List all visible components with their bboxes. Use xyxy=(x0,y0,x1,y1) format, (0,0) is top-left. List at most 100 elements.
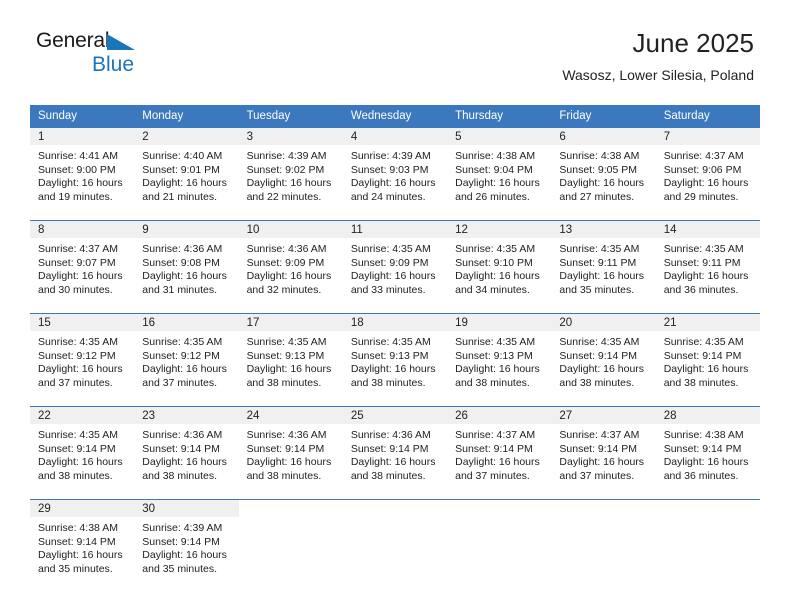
calendar-day-cell[interactable]: 3 Sunrise: 4:39 AM Sunset: 9:02 PM Daylight… xyxy=(238,127,343,217)
calendar-day-cell[interactable]: 22 Sunrise: 4:35 AM Sunset: 9:14 PM Dayligh… xyxy=(30,406,135,496)
day-details xyxy=(551,517,655,522)
day-details: Sunrise: 4:35 AM Sunset: 9:12 PM Daylight:… xyxy=(134,331,238,390)
day-number xyxy=(239,500,343,517)
sunrise-text: Sunrise: 4:36 AM xyxy=(246,429,327,441)
calendar-day-cell[interactable]: 1 Sunrise: 4:41 AM Sunset: 9:00 PM Daylight… xyxy=(30,127,135,217)
day-details: Sunrise: 4:35 AM Sunset: 9:14 PM Daylight:… xyxy=(30,424,134,483)
day-details: Sunrise: 4:35 AM Sunset: 9:11 PM Daylight:… xyxy=(551,238,655,297)
logo-text-blue: Blue xyxy=(92,53,135,76)
sunrise-text: Sunrise: 4:36 AM xyxy=(142,429,223,441)
calendar-day-cell[interactable]: 29 Sunrise: 4:38 AM Sunset: 9:14 PM Dayligh… xyxy=(30,499,135,589)
sunset-text: Sunset: 9:08 PM xyxy=(142,256,220,269)
sunrise-text: Sunrise: 4:35 AM xyxy=(246,336,327,348)
daylight-text: Daylight: 16 hours xyxy=(38,270,123,283)
sunset-text: Sunset: 9:14 PM xyxy=(559,349,638,362)
day-number: 25 xyxy=(342,407,448,424)
sunrise-text: Sunrise: 4:35 AM xyxy=(38,429,118,441)
daylight-text: Daylight: 16 hours xyxy=(38,549,123,562)
daylight-text: and 38 minutes. xyxy=(38,469,113,482)
sunrise-text: Sunrise: 4:40 AM xyxy=(142,150,223,162)
calendar-day-cell[interactable]: 16 Sunrise: 4:35 AM Sunset: 9:12 PM Dayligh… xyxy=(134,313,239,403)
sunset-text: Sunset: 9:14 PM xyxy=(350,442,429,455)
calendar-day-cell[interactable]: 23 Sunrise: 4:36 AM Sunset: 9:14 PM Dayligh… xyxy=(134,406,239,496)
sunset-text: Sunset: 9:14 PM xyxy=(663,442,742,455)
calendar-day-cell[interactable]: 2 Sunrise: 4:40 AM Sunset: 9:01 PM Daylight… xyxy=(134,127,239,217)
calendar-day-cell[interactable]: 24 Sunrise: 4:36 AM Sunset: 9:14 PM Dayligh… xyxy=(238,406,343,496)
day-details: Sunrise: 4:36 AM Sunset: 9:14 PM Daylight:… xyxy=(239,424,343,483)
sunrise-text: Sunrise: 4:38 AM xyxy=(663,429,744,441)
calendar-day-cell[interactable]: 11 Sunrise: 4:35 AM Sunset: 9:09 PM Dayligh… xyxy=(342,220,448,310)
daylight-text: Daylight: 16 hours xyxy=(559,177,645,190)
calendar-day-cell[interactable]: 13 Sunrise: 4:35 AM Sunset: 9:11 PM Dayligh… xyxy=(551,220,656,310)
sunset-text: Sunset: 9:06 PM xyxy=(663,163,742,176)
daylight-text: Daylight: 16 hours xyxy=(350,456,436,469)
sunset-text: Sunset: 9:09 PM xyxy=(246,256,325,269)
day-details: Sunrise: 4:35 AM Sunset: 9:13 PM Daylight:… xyxy=(239,331,343,390)
calendar-day-cell[interactable]: 14 Sunrise: 4:35 AM Sunset: 9:11 PM Dayligh… xyxy=(655,220,760,310)
calendar-day-cell[interactable]: 18 Sunrise: 4:35 AM Sunset: 9:13 PM Dayligh… xyxy=(342,313,448,403)
sunrise-text: Sunrise: 4:39 AM xyxy=(350,150,431,162)
sunset-text: Sunset: 9:09 PM xyxy=(350,256,429,269)
calendar-day-cell[interactable]: 28 Sunrise: 4:38 AM Sunset: 9:14 PM Dayligh… xyxy=(655,406,760,496)
day-details: Sunrise: 4:35 AM Sunset: 9:14 PM Daylight:… xyxy=(656,331,760,390)
calendar-day-cell[interactable]: 17 Sunrise: 4:35 AM Sunset: 9:13 PM Dayligh… xyxy=(238,313,343,403)
day-number: 9 xyxy=(134,221,239,238)
page-subtitle: Wasosz, Lower Silesia, Poland xyxy=(562,67,754,83)
daylight-text: Daylight: 16 hours xyxy=(38,177,123,190)
day-number: 28 xyxy=(655,407,760,424)
day-number: 10 xyxy=(238,221,343,238)
calendar-week-row: 15 Sunrise: 4:35 AM Sunset: 9:12 PM Dayligh… xyxy=(30,313,760,403)
sunrise-text: Sunrise: 4:36 AM xyxy=(246,243,327,255)
calendar-day-cell[interactable]: 8 Sunrise: 4:37 AM Sunset: 9:07 PM Daylight… xyxy=(30,220,135,310)
day-number: 24 xyxy=(238,407,343,424)
daylight-text: and 38 minutes. xyxy=(350,469,426,482)
day-number xyxy=(551,500,655,517)
day-number xyxy=(656,500,760,517)
day-number xyxy=(343,500,447,517)
sunrise-text: Sunrise: 4:35 AM xyxy=(350,243,431,255)
daylight-text: and 26 minutes. xyxy=(455,190,530,203)
day-number: 8 xyxy=(30,221,135,238)
calendar-day-cell[interactable]: 25 Sunrise: 4:36 AM Sunset: 9:14 PM Dayligh… xyxy=(342,406,448,496)
sunset-text: Sunset: 9:14 PM xyxy=(663,349,742,362)
day-details: Sunrise: 4:38 AM Sunset: 9:14 PM Daylight:… xyxy=(656,424,760,483)
weekday-header-sunday: Sunday xyxy=(30,105,135,128)
calendar-day-cell[interactable]: 9 Sunrise: 4:36 AM Sunset: 9:08 PM Daylight… xyxy=(134,220,239,310)
sunset-text: Sunset: 9:12 PM xyxy=(38,349,116,362)
calendar-day-cell[interactable]: 19 Sunrise: 4:35 AM Sunset: 9:13 PM Dayligh… xyxy=(447,313,552,403)
daylight-text: Daylight: 16 hours xyxy=(142,270,227,283)
calendar-day-cell[interactable]: 6 Sunrise: 4:38 AM Sunset: 9:05 PM Daylight… xyxy=(551,127,656,217)
day-number: 22 xyxy=(30,407,135,424)
calendar-day-cell[interactable]: 30 Sunrise: 4:39 AM Sunset: 9:14 PM Dayligh… xyxy=(134,499,239,589)
calendar-day-cell[interactable]: 4 Sunrise: 4:39 AM Sunset: 9:03 PM Daylight… xyxy=(342,127,448,217)
day-number: 30 xyxy=(134,500,239,517)
calendar-day-cell[interactable]: 20 Sunrise: 4:35 AM Sunset: 9:14 PM Dayligh… xyxy=(551,313,656,403)
day-details: Sunrise: 4:36 AM Sunset: 9:09 PM Daylight:… xyxy=(239,238,343,297)
calendar-day-cell[interactable]: 7 Sunrise: 4:37 AM Sunset: 9:06 PM Daylight… xyxy=(655,127,760,217)
day-number: 26 xyxy=(447,407,552,424)
calendar-day-cell[interactable]: 15 Sunrise: 4:35 AM Sunset: 9:12 PM Dayligh… xyxy=(30,313,135,403)
sunset-text: Sunset: 9:00 PM xyxy=(38,163,116,176)
sunrise-text: Sunrise: 4:35 AM xyxy=(559,336,640,348)
calendar-page: General Blue June 2025 Wasosz, Lower Sil… xyxy=(0,0,792,612)
sunset-text: Sunset: 9:14 PM xyxy=(142,535,220,548)
calendar-day-cell[interactable]: 26 Sunrise: 4:37 AM Sunset: 9:14 PM Dayligh… xyxy=(447,406,552,496)
calendar-week-row: 22 Sunrise: 4:35 AM Sunset: 9:14 PM Dayligh… xyxy=(30,406,760,496)
calendar-day-cell[interactable]: 10 Sunrise: 4:36 AM Sunset: 9:09 PM Dayligh… xyxy=(238,220,343,310)
sunrise-text: Sunrise: 4:35 AM xyxy=(350,336,431,348)
daylight-text: Daylight: 16 hours xyxy=(455,270,540,283)
calendar-day-cell[interactable]: 5 Sunrise: 4:38 AM Sunset: 9:04 PM Daylight… xyxy=(447,127,552,217)
sunrise-text: Sunrise: 4:36 AM xyxy=(350,429,431,441)
calendar-day-cell[interactable]: 21 Sunrise: 4:35 AM Sunset: 9:14 PM Dayligh… xyxy=(655,313,760,403)
sunset-text: Sunset: 9:11 PM xyxy=(663,256,741,269)
calendar-day-cell[interactable]: 27 Sunrise: 4:37 AM Sunset: 9:14 PM Dayligh… xyxy=(551,406,656,496)
daylight-text: Daylight: 16 hours xyxy=(246,177,332,190)
sunrise-text: Sunrise: 4:39 AM xyxy=(142,522,223,534)
daylight-text: Daylight: 16 hours xyxy=(246,270,332,283)
day-details: Sunrise: 4:35 AM Sunset: 9:13 PM Daylight:… xyxy=(343,331,447,390)
daylight-text: and 38 minutes. xyxy=(663,376,739,389)
day-details xyxy=(447,517,551,522)
sunset-text: Sunset: 9:14 PM xyxy=(38,535,116,548)
calendar-grid: Sunday Monday Tuesday Wednesday Thursday Frid… xyxy=(30,105,760,589)
calendar-day-cell[interactable]: 12 Sunrise: 4:35 AM Sunset: 9:10 PM Dayligh… xyxy=(447,220,552,310)
